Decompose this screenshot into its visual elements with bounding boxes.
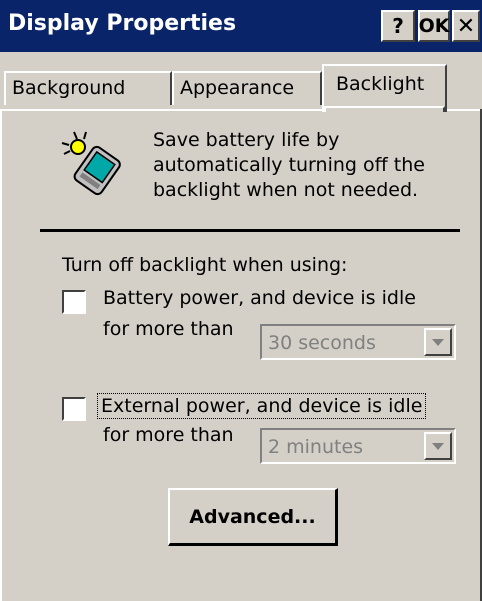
close-button[interactable]: ✕ [452,10,480,42]
panel-border-left [0,109,2,601]
description-line: backlight when not needed. [153,179,419,201]
dropdown-arrow-button[interactable] [424,328,452,356]
tab-background[interactable]: Background [4,71,172,105]
external-power-label[interactable]: External power, and device is idle [97,393,427,419]
display-properties-dialog: Display Properties ? OK ✕ Background App… [0,0,482,601]
active-tab-join [324,106,445,112]
tab-appearance[interactable]: Appearance [172,71,322,105]
battery-power-label[interactable]: Battery power, and device is idle [103,287,416,309]
separator-line [40,229,460,232]
battery-power-checkbox[interactable] [62,290,86,314]
external-idle-label: for more than [103,424,234,446]
description-line: automatically turning off the [153,154,425,176]
backlight-description: Save battery life by automatically turni… [153,128,473,203]
external-power-checkbox[interactable] [62,397,86,421]
advanced-button[interactable]: Advanced... [168,488,338,546]
tab-strip: Background Appearance Backlight [0,60,482,112]
backlight-device-icon [61,131,121,196]
dropdown-arrow-button[interactable] [424,432,452,460]
external-timeout-value: 2 minutes [268,436,364,458]
battery-timeout-value: 30 seconds [268,332,376,354]
description-line: Save battery life by [153,129,340,151]
battery-idle-label: for more than [103,318,234,340]
title-bar: Display Properties ? OK ✕ [0,0,482,52]
section-label: Turn off backlight when using: [62,254,348,276]
tab-backlight[interactable]: Backlight [322,64,447,112]
help-button[interactable]: ? [381,10,415,42]
ok-button[interactable]: OK [418,10,450,42]
chevron-down-icon [432,339,444,346]
battery-timeout-dropdown[interactable]: 30 seconds [260,324,456,360]
chevron-down-icon [432,443,444,450]
external-timeout-dropdown[interactable]: 2 minutes [260,428,456,464]
window-title: Display Properties [8,11,237,36]
